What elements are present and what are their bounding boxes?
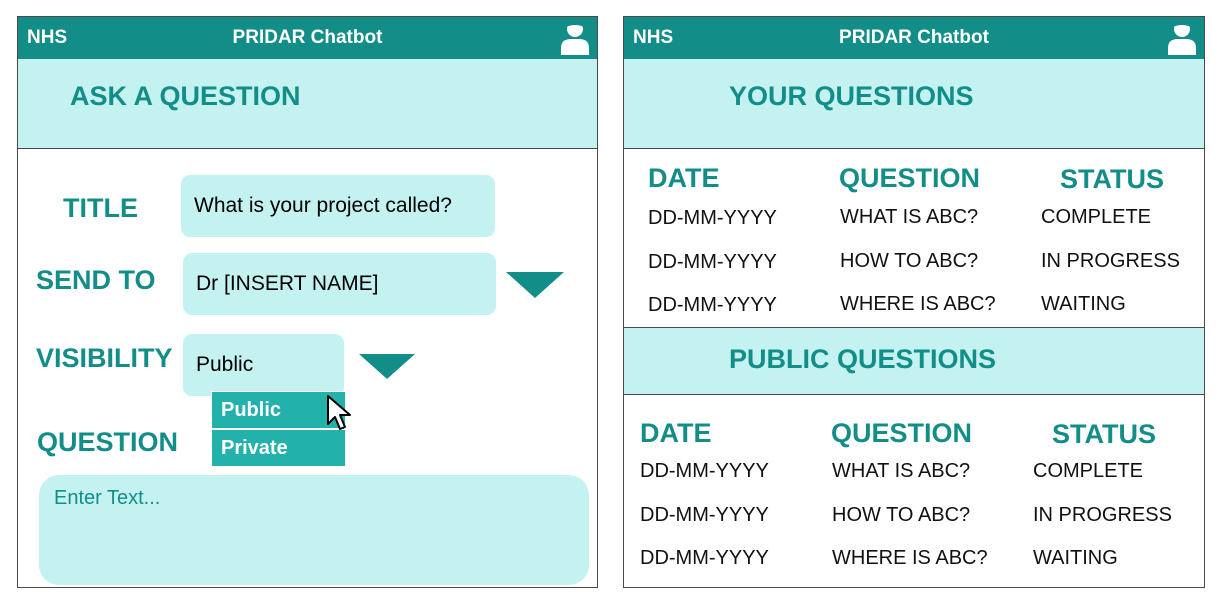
app-header: NHS PRIDAR Chatbot — [624, 17, 1204, 59]
public-row-3-status: WAITING — [1033, 547, 1118, 569]
your-row-3-status: WAITING — [1041, 293, 1126, 315]
send-to-select[interactable]: Dr [INSERT NAME] — [183, 253, 496, 315]
visibility-label: VISIBILITY — [36, 343, 173, 373]
send-to-dropdown-icon[interactable] — [506, 272, 564, 298]
public-row-1-question[interactable]: WHAT IS ABC? — [832, 460, 970, 483]
app-title: PRIDAR Chatbot — [839, 27, 989, 48]
your-row-2-question[interactable]: HOW TO ABC? — [840, 250, 978, 273]
user-avatar-icon[interactable] — [1166, 19, 1198, 55]
your-row-1-question[interactable]: WHAT IS ABC? — [840, 206, 978, 229]
public-questions-header: PUBLIC QUESTIONS — [624, 327, 1204, 395]
your-row-1-date: DD-MM-YYYY — [648, 207, 777, 229]
your-row-1-status: COMPLETE — [1041, 206, 1152, 228]
public-row-3-question[interactable]: WHERE IS ABC? — [832, 547, 988, 570]
column-header-date: DATE — [648, 163, 720, 193]
column-header-status: STATUS — [1060, 164, 1164, 194]
column-header-question: QUESTION — [831, 418, 973, 448]
question-textarea[interactable]: Enter Text... — [39, 475, 589, 585]
public-row-1-status: COMPLETE — [1033, 460, 1144, 482]
visibility-dropdown-icon[interactable] — [359, 354, 415, 379]
your-row-2-date: DD-MM-YYYY — [648, 251, 777, 273]
visibility-option-public[interactable]: Public — [211, 391, 346, 429]
column-header-date: DATE — [640, 418, 712, 448]
public-row-2-date: DD-MM-YYYY — [640, 504, 769, 526]
app-title: PRIDAR Chatbot — [232, 27, 383, 48]
visibility-option-private[interactable]: Private — [211, 429, 346, 467]
public-row-2-status: IN PROGRESS — [1033, 504, 1172, 526]
column-header-question: QUESTION — [839, 163, 981, 193]
title-input[interactable]: What is your project called? — [181, 175, 495, 237]
questions-screen: NHS PRIDAR Chatbot YOUR QUESTIONS DATE Q… — [623, 16, 1205, 588]
your-row-3-question[interactable]: WHERE IS ABC? — [840, 293, 996, 316]
public-questions-title: PUBLIC QUESTIONS — [729, 344, 997, 374]
page-title: ASK A QUESTION — [70, 81, 301, 111]
your-questions-title: YOUR QUESTIONS — [729, 81, 974, 111]
section-header: ASK A QUESTION — [18, 59, 597, 149]
public-row-3-date: DD-MM-YYYY — [640, 547, 769, 569]
ask-question-screen: NHS PRIDAR Chatbot ASK A QUESTION TITLE … — [17, 16, 598, 588]
your-row-2-status: IN PROGRESS — [1041, 250, 1180, 272]
public-row-2-question[interactable]: HOW TO ABC? — [832, 504, 970, 527]
column-header-status: STATUS — [1052, 419, 1156, 449]
app-header: NHS PRIDAR Chatbot — [18, 17, 597, 59]
public-row-1-date: DD-MM-YYYY — [640, 460, 769, 482]
user-avatar-icon[interactable] — [559, 19, 591, 55]
your-row-3-date: DD-MM-YYYY — [648, 294, 777, 316]
visibility-select[interactable]: Public — [183, 334, 344, 396]
send-to-label: SEND TO — [36, 265, 156, 295]
your-questions-header: YOUR QUESTIONS — [624, 59, 1204, 149]
question-label: QUESTION — [37, 427, 179, 457]
title-label: TITLE — [63, 193, 138, 223]
